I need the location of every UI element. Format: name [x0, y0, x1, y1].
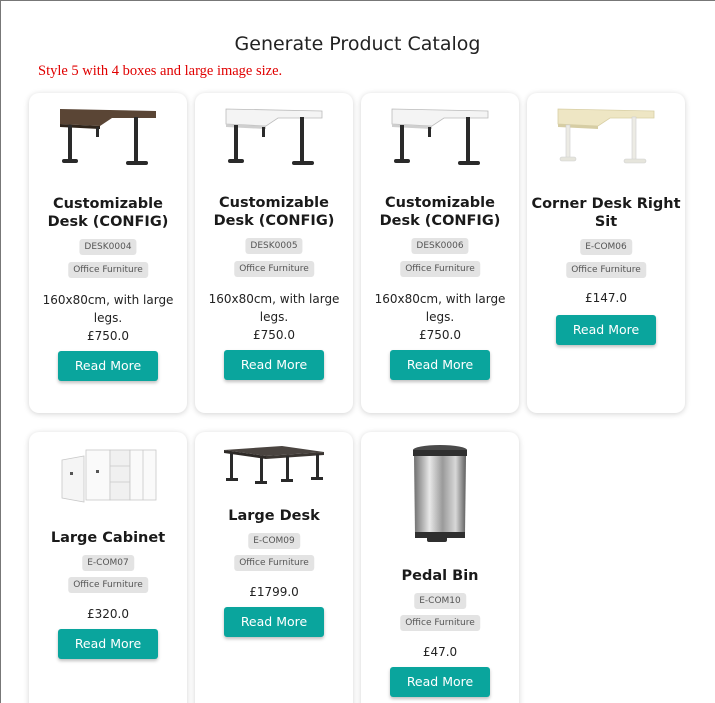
product-card: Large Desk E-COM09 Office Furniture £179… — [195, 432, 353, 703]
category-badge: Office Furniture — [400, 261, 480, 277]
product-price: £320.0 — [87, 607, 129, 621]
category-badge: Office Furniture — [234, 555, 314, 571]
style-note: Style 5 with 4 boxes and large image siz… — [38, 63, 283, 79]
sku-badge: E-COM09 — [248, 533, 300, 549]
category-badge: Office Furniture — [234, 261, 314, 277]
product-name[interactable]: Customizable Desk (CONFIG) — [199, 194, 349, 230]
read-more-button[interactable]: Read More — [390, 667, 490, 697]
product-card: Corner Desk Right Sit E-COM06 Office Fur… — [527, 93, 685, 413]
read-more-button[interactable]: Read More — [58, 351, 158, 381]
product-name[interactable]: Pedal Bin — [365, 567, 515, 585]
page-title: Generate Product Catalog — [234, 33, 481, 55]
cabinet-image — [29, 444, 187, 506]
product-card: Large Cabinet E-COM07 Office Furniture £… — [29, 432, 187, 703]
read-more-button[interactable]: Read More — [58, 629, 158, 659]
product-name[interactable]: Customizable Desk (CONFIG) — [33, 195, 183, 231]
read-more-button[interactable]: Read More — [556, 315, 656, 345]
product-price: £147.0 — [585, 291, 627, 305]
product-card: Customizable Desk (CONFIG) DESK0006 Offi… — [361, 93, 519, 413]
product-price: £47.0 — [422, 645, 458, 659]
product-price: £750.0 — [87, 329, 129, 343]
read-more-button[interactable]: Read More — [224, 350, 324, 380]
product-card: Pedal Bin E-COM10 Office Furniture £47.0… — [361, 432, 519, 703]
category-badge: Office Furniture — [400, 615, 480, 631]
product-card: Customizable Desk (CONFIG) DESK0005 Offi… — [195, 93, 353, 413]
sku-badge: DESK0005 — [245, 238, 303, 254]
category-badge: Office Furniture — [68, 577, 148, 593]
product-description: 160x80cm, with large legs. — [42, 293, 174, 325]
category-badge: Office Furniture — [566, 262, 646, 278]
sku-badge: E-COM06 — [580, 239, 632, 255]
product-price: £750.0 — [253, 328, 295, 342]
product-description: 160x80cm, with large legs. — [374, 292, 506, 324]
desk-image — [195, 103, 353, 171]
sku-badge: DESK0004 — [79, 239, 137, 255]
desk-image — [361, 103, 519, 171]
product-card: Customizable Desk (CONFIG) DESK0004 Offi… — [29, 93, 187, 413]
product-name[interactable]: Large Desk — [199, 507, 349, 525]
desk-image — [195, 442, 353, 486]
read-more-button[interactable]: Read More — [390, 350, 490, 380]
pedal-bin-image — [361, 442, 519, 546]
product-description: 160x80cm, with large legs. — [208, 292, 340, 324]
product-name[interactable]: Corner Desk Right Sit — [531, 195, 681, 231]
product-name[interactable]: Large Cabinet — [33, 529, 183, 547]
read-more-button[interactable]: Read More — [224, 607, 324, 637]
sku-badge: E-COM07 — [82, 555, 134, 571]
sku-badge: E-COM10 — [414, 593, 466, 609]
sku-badge: DESK0006 — [411, 238, 469, 254]
category-badge: Office Furniture — [68, 262, 148, 278]
desk-image — [527, 103, 685, 171]
product-name[interactable]: Customizable Desk (CONFIG) — [365, 194, 515, 230]
product-price: £750.0 — [419, 328, 461, 342]
desk-image — [29, 103, 187, 171]
product-price: £1799.0 — [249, 585, 299, 599]
